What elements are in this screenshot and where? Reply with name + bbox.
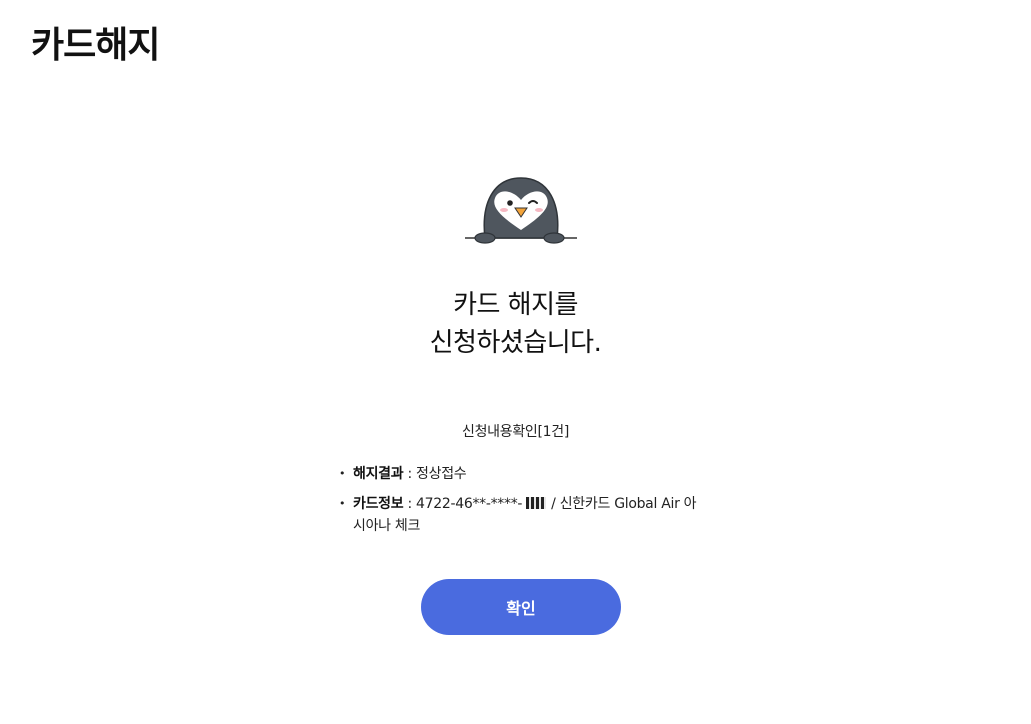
penguin-mascot-icon bbox=[465, 177, 577, 244]
detail-label: 해지결과 bbox=[353, 466, 404, 482]
page-title: 카드해지 bbox=[31, 25, 160, 66]
result-message: 카드 해지를 신청하셨습니다. bbox=[0, 286, 1031, 362]
request-summary: 신청내용확인[1건] bbox=[462, 424, 569, 440]
detail-value: 정상접수 bbox=[416, 466, 467, 482]
detail-item-card: 카드정보 : 4722-46**-****-/ 신한카드 Global Air … bbox=[338, 493, 698, 537]
card-number: 4722-46**-****- bbox=[416, 496, 523, 512]
detail-item-result: 해지결과 : 정상접수 bbox=[338, 463, 698, 485]
result-message-line2: 신청하셨습니다. bbox=[429, 328, 602, 358]
detail-label: 카드정보 bbox=[353, 496, 404, 512]
detail-separator: : bbox=[403, 466, 417, 482]
masked-digits-icon bbox=[526, 497, 547, 509]
detail-separator: : bbox=[403, 496, 417, 512]
confirm-button[interactable]: 확인 bbox=[421, 579, 621, 635]
details-list: 해지결과 : 정상접수 카드정보 : 4722-46**-****-/ 신한카드… bbox=[338, 463, 698, 545]
result-message-line1: 카드 해지를 bbox=[453, 290, 578, 320]
